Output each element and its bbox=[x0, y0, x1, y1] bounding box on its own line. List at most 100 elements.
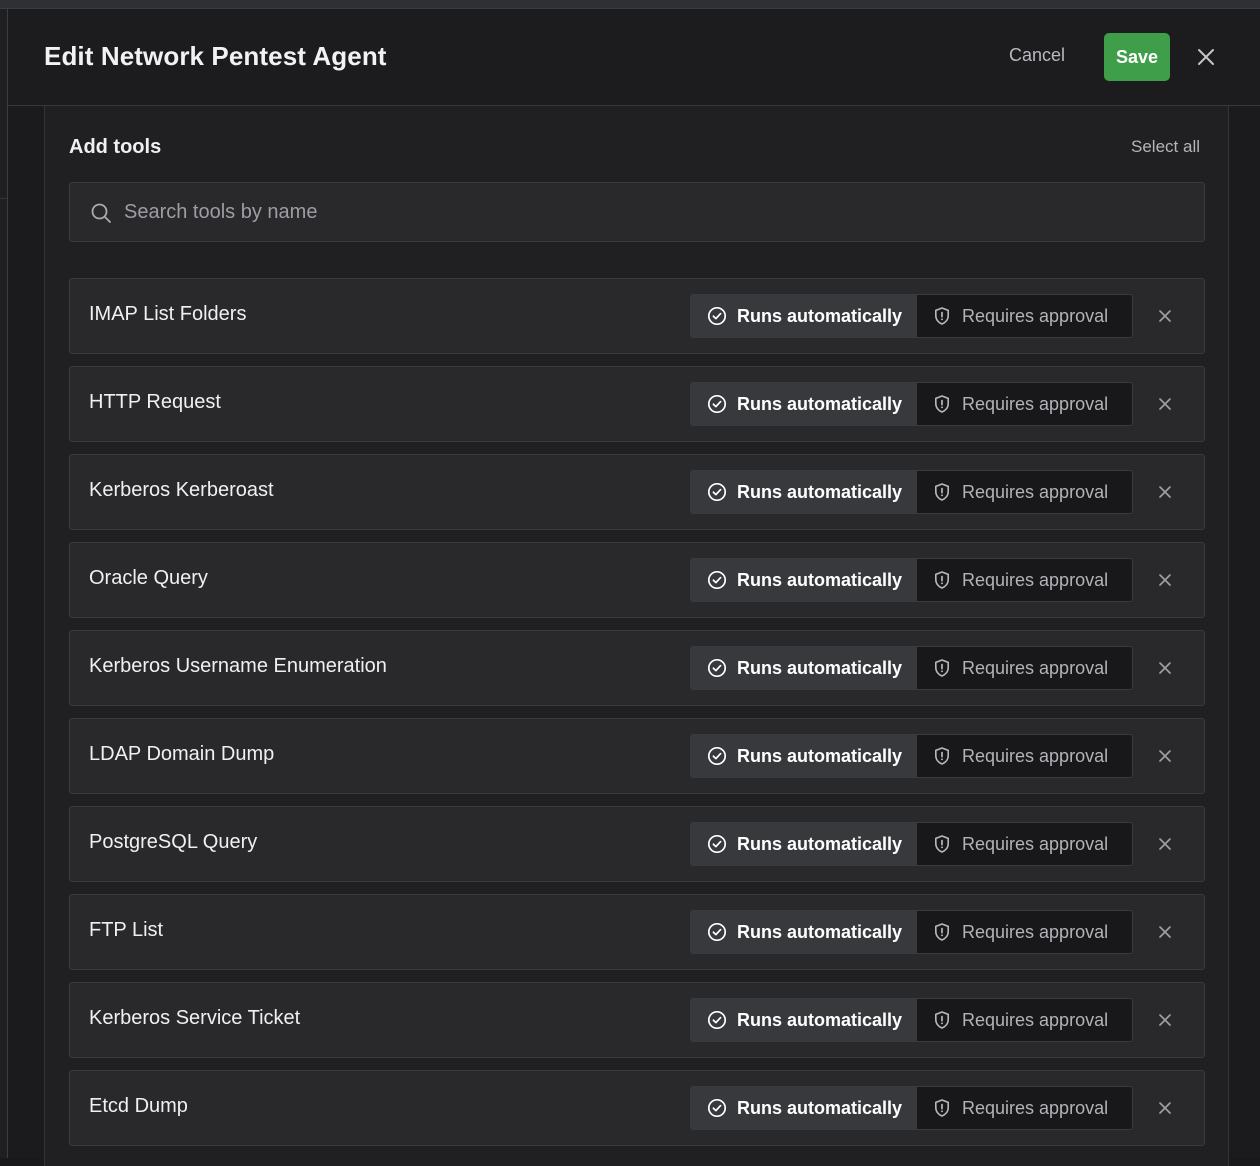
edit-agent-modal: Edit Network Pentest Agent Cancel Save A… bbox=[7, 9, 1260, 1166]
tool-row: LDAP Domain Dump Runs automatically Requ… bbox=[69, 718, 1205, 794]
runs-automatically-option[interactable]: Runs automatically bbox=[691, 471, 917, 513]
cancel-button[interactable]: Cancel bbox=[1009, 45, 1065, 71]
runs-automatically-option[interactable]: Runs automatically bbox=[691, 295, 917, 337]
execution-mode-toggle: Runs automatically Requires approval bbox=[690, 470, 1133, 514]
shield-alert-icon bbox=[932, 746, 952, 766]
tool-name: FTP List bbox=[89, 919, 164, 941]
search-icon bbox=[90, 202, 112, 224]
check-circle-icon bbox=[707, 1098, 727, 1118]
shield-alert-icon bbox=[932, 394, 952, 414]
tool-row: Kerberos Kerberoast Runs automatically R… bbox=[69, 454, 1205, 530]
remove-icon[interactable] bbox=[1157, 1100, 1173, 1116]
remove-icon[interactable] bbox=[1157, 836, 1173, 852]
tool-row: Oracle Query Runs automatically Requires… bbox=[69, 542, 1205, 618]
requires-approval-option[interactable]: Requires approval bbox=[917, 471, 1132, 513]
execution-mode-toggle: Runs automatically Requires approval bbox=[690, 822, 1133, 866]
execution-mode-toggle: Runs automatically Requires approval bbox=[690, 734, 1133, 778]
tool-name: Kerberos Username Enumeration bbox=[89, 655, 387, 677]
runs-automatically-label: Runs automatically bbox=[737, 921, 903, 942]
requires-approval-option[interactable]: Requires approval bbox=[917, 1087, 1132, 1129]
background-divider bbox=[0, 198, 7, 199]
tool-name: Kerberos Kerberoast bbox=[89, 479, 274, 501]
remove-icon[interactable] bbox=[1157, 396, 1173, 412]
shield-alert-icon bbox=[932, 834, 952, 854]
shield-alert-icon bbox=[932, 658, 952, 678]
remove-icon[interactable] bbox=[1157, 572, 1173, 588]
runs-automatically-option[interactable]: Runs automatically bbox=[691, 823, 917, 865]
runs-automatically-label: Runs automatically bbox=[737, 833, 903, 854]
check-circle-icon bbox=[707, 306, 727, 326]
runs-automatically-option[interactable]: Runs automatically bbox=[691, 1087, 917, 1129]
tool-name: LDAP Domain Dump bbox=[89, 743, 275, 765]
remove-icon[interactable] bbox=[1157, 308, 1173, 324]
modal-title: Edit Network Pentest Agent bbox=[44, 41, 387, 71]
remove-icon[interactable] bbox=[1157, 924, 1173, 940]
tool-row: Kerberos Username Enumeration Runs autom… bbox=[69, 630, 1205, 706]
requires-approval-option[interactable]: Requires approval bbox=[917, 647, 1132, 689]
tool-name: Etcd Dump bbox=[89, 1095, 188, 1117]
shield-alert-icon bbox=[932, 306, 952, 326]
execution-mode-toggle: Runs automatically Requires approval bbox=[690, 294, 1133, 338]
execution-mode-toggle: Runs automatically Requires approval bbox=[690, 998, 1133, 1042]
tools-panel: Add tools Select all IMAP List Folders bbox=[44, 106, 1229, 1166]
remove-icon[interactable] bbox=[1157, 748, 1173, 764]
tool-row: PostgreSQL Query Runs automatically Requ… bbox=[69, 806, 1205, 882]
tool-row: IMAP List Folders Runs automatically Req… bbox=[69, 278, 1205, 354]
shield-alert-icon bbox=[932, 1010, 952, 1030]
shield-alert-icon bbox=[932, 1098, 952, 1118]
modal-header: Edit Network Pentest Agent Cancel Save bbox=[8, 9, 1260, 106]
requires-approval-option[interactable]: Requires approval bbox=[917, 911, 1132, 953]
execution-mode-toggle: Runs automatically Requires approval bbox=[690, 382, 1133, 426]
save-button[interactable]: Save bbox=[1104, 33, 1170, 81]
requires-approval-label: Requires approval bbox=[962, 1097, 1109, 1118]
requires-approval-option[interactable]: Requires approval bbox=[917, 383, 1132, 425]
runs-automatically-label: Runs automatically bbox=[737, 1009, 903, 1030]
requires-approval-option[interactable]: Requires approval bbox=[917, 295, 1132, 337]
requires-approval-label: Requires approval bbox=[962, 393, 1109, 414]
requires-approval-label: Requires approval bbox=[962, 657, 1109, 678]
remove-icon[interactable] bbox=[1157, 660, 1173, 676]
runs-automatically-option[interactable]: Runs automatically bbox=[691, 383, 917, 425]
runs-automatically-label: Runs automatically bbox=[737, 1097, 903, 1118]
runs-automatically-option[interactable]: Runs automatically bbox=[691, 999, 917, 1041]
shield-alert-icon bbox=[932, 570, 952, 590]
requires-approval-option[interactable]: Requires approval bbox=[917, 735, 1132, 777]
runs-automatically-option[interactable]: Runs automatically bbox=[691, 911, 917, 953]
requires-approval-label: Requires approval bbox=[962, 833, 1109, 854]
tool-name: Kerberos Service Ticket bbox=[89, 1007, 301, 1029]
select-all-link[interactable]: Select all bbox=[1131, 137, 1200, 157]
requires-approval-label: Requires approval bbox=[962, 745, 1109, 766]
shield-alert-icon bbox=[932, 922, 952, 942]
execution-mode-toggle: Runs automatically Requires approval bbox=[690, 910, 1133, 954]
search-field bbox=[69, 182, 1205, 242]
check-circle-icon bbox=[707, 834, 727, 854]
tool-row: Kerberos Service Ticket Runs automatical… bbox=[69, 982, 1205, 1058]
requires-approval-label: Requires approval bbox=[962, 305, 1109, 326]
runs-automatically-option[interactable]: Runs automatically bbox=[691, 647, 917, 689]
remove-icon[interactable] bbox=[1157, 1012, 1173, 1028]
runs-automatically-label: Runs automatically bbox=[737, 745, 903, 766]
requires-approval-label: Requires approval bbox=[962, 921, 1109, 942]
runs-automatically-label: Runs automatically bbox=[737, 305, 903, 326]
requires-approval-option[interactable]: Requires approval bbox=[917, 999, 1132, 1041]
requires-approval-option[interactable]: Requires approval bbox=[917, 823, 1132, 865]
tool-row: HTTP Request Runs automatically Requires… bbox=[69, 366, 1205, 442]
requires-approval-label: Requires approval bbox=[962, 1009, 1109, 1030]
search-input[interactable] bbox=[124, 183, 1184, 241]
tool-name: PostgreSQL Query bbox=[89, 831, 258, 853]
execution-mode-toggle: Runs automatically Requires approval bbox=[690, 558, 1133, 602]
requires-approval-label: Requires approval bbox=[962, 569, 1109, 590]
runs-automatically-option[interactable]: Runs automatically bbox=[691, 559, 917, 601]
runs-automatically-label: Runs automatically bbox=[737, 481, 903, 502]
tool-name: Oracle Query bbox=[89, 567, 208, 589]
check-circle-icon bbox=[707, 394, 727, 414]
requires-approval-option[interactable]: Requires approval bbox=[917, 559, 1132, 601]
runs-automatically-option[interactable]: Runs automatically bbox=[691, 735, 917, 777]
close-icon[interactable] bbox=[1194, 45, 1218, 69]
execution-mode-toggle: Runs automatically Requires approval bbox=[690, 1086, 1133, 1130]
runs-automatically-label: Runs automatically bbox=[737, 657, 903, 678]
check-circle-icon bbox=[707, 658, 727, 678]
tool-row: Etcd Dump Runs automatically Requires ap… bbox=[69, 1070, 1205, 1146]
check-circle-icon bbox=[707, 746, 727, 766]
remove-icon[interactable] bbox=[1157, 484, 1173, 500]
